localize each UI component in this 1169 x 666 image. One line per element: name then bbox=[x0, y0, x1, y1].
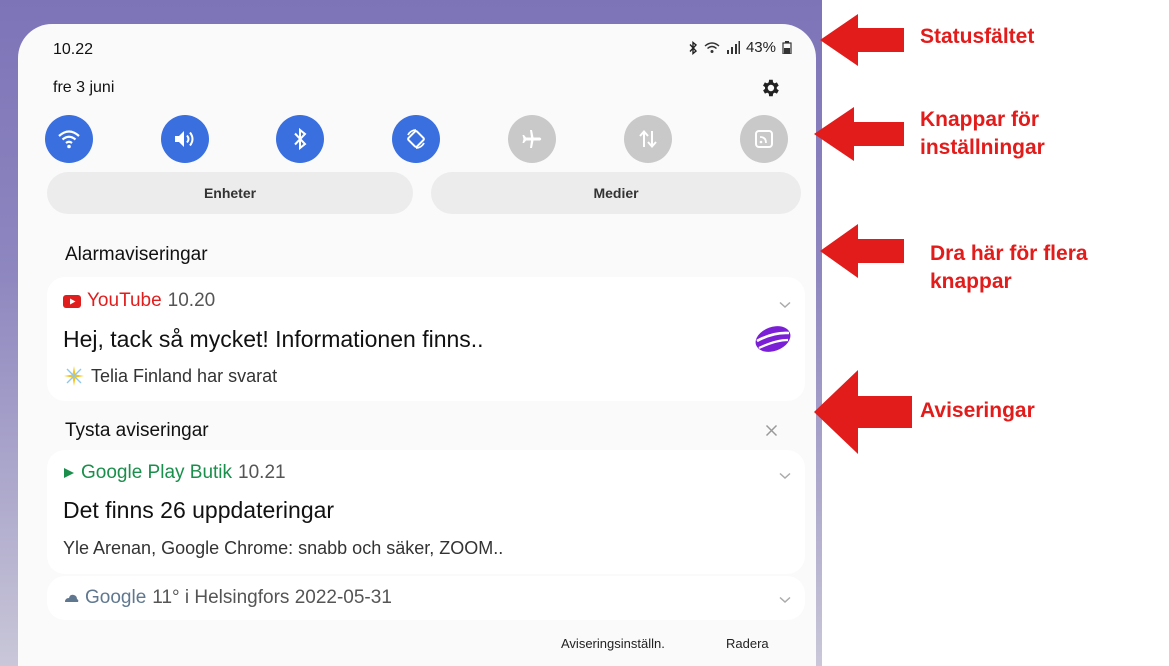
devices-button[interactable]: Enheter bbox=[47, 172, 413, 214]
google-play-notification[interactable]: Google Play Butik 10.21 Det finns 26 upp… bbox=[47, 450, 805, 574]
airplane-icon bbox=[522, 130, 542, 148]
arrow-left-icon bbox=[820, 14, 904, 66]
media-button[interactable]: Medier bbox=[431, 172, 801, 214]
notification-app-name: Google bbox=[85, 587, 147, 608]
callout-notifications: Aviseringar bbox=[920, 399, 1035, 422]
notification-text: Yle Arenan, Google Chrome: snabb och säk… bbox=[63, 538, 504, 558]
youtube-icon bbox=[63, 294, 81, 308]
mobile-data-toggle[interactable] bbox=[624, 115, 672, 163]
status-time: 10.22 bbox=[53, 41, 94, 58]
clear-all-button[interactable]: Radera bbox=[726, 636, 769, 651]
wifi-toggle[interactable] bbox=[45, 115, 93, 163]
callout-drag: Dra här för flera knappar bbox=[930, 240, 1088, 296]
notification-header: Google 11° i Helsingfors 2022-05-31 bbox=[63, 587, 392, 609]
bluetooth-icon bbox=[689, 40, 697, 55]
signal-icon bbox=[726, 41, 740, 54]
callout-status: Statusfältet bbox=[920, 25, 1035, 48]
notification-header: YouTube 10.20 bbox=[63, 290, 215, 312]
google-weather-notification[interactable]: Google 11° i Helsingfors 2022-05-31 bbox=[47, 576, 805, 620]
play-store-icon bbox=[64, 468, 74, 478]
arrow-left-icon bbox=[814, 107, 904, 161]
speaker-icon bbox=[175, 131, 194, 147]
bluetooth-icon bbox=[294, 127, 307, 151]
sparkle-icon bbox=[64, 366, 84, 386]
notification-summary: 11° i Helsingfors 2022-05-31 bbox=[152, 587, 392, 608]
callout-drag-line2: knappar bbox=[930, 270, 1012, 293]
notification-app-name: YouTube bbox=[87, 290, 162, 311]
callout-buttons: Knappar för inställningar bbox=[920, 106, 1045, 162]
chevron-down-icon[interactable] bbox=[779, 301, 791, 309]
sound-toggle[interactable] bbox=[161, 115, 209, 163]
airplane-mode-toggle[interactable] bbox=[508, 115, 556, 163]
date-label: fre 3 juni bbox=[53, 79, 115, 96]
arrow-left-icon bbox=[820, 224, 904, 278]
notification-text: Telia Finland har svarat bbox=[91, 365, 278, 386]
data-arrows-icon bbox=[639, 129, 657, 149]
notification-time: 10.20 bbox=[167, 290, 216, 311]
battery-icon bbox=[782, 41, 792, 54]
chevron-down-icon[interactable] bbox=[779, 596, 791, 604]
weather-cloud-icon bbox=[65, 594, 79, 602]
nfc-toggle[interactable] bbox=[740, 115, 788, 163]
arrow-left-icon bbox=[814, 370, 912, 454]
notification-header: Google Play Butik 10.21 bbox=[63, 462, 286, 484]
notification-time: 10.21 bbox=[238, 462, 286, 483]
telia-logo-icon bbox=[755, 326, 791, 352]
callout-buttons-line2: inställningar bbox=[920, 136, 1045, 159]
callout-buttons-line1: Knappar för bbox=[920, 108, 1040, 131]
callout-drag-line1: Dra här för flera bbox=[930, 242, 1088, 265]
notification-title: Det finns 26 uppdateringar bbox=[63, 497, 335, 523]
nfc-icon bbox=[755, 130, 773, 148]
gear-icon[interactable] bbox=[759, 77, 781, 99]
chevron-down-icon[interactable] bbox=[779, 472, 791, 480]
rotate-icon bbox=[407, 129, 425, 149]
wifi-icon bbox=[58, 130, 80, 149]
close-icon[interactable] bbox=[765, 424, 778, 437]
notification-panel: 10.22 43% fre 3 juni Enheter Medier Alar… bbox=[18, 24, 816, 666]
status-icons: 43% bbox=[688, 39, 792, 56]
battery-percent: 43% bbox=[745, 39, 776, 56]
alarm-section-title: Alarmaviseringar bbox=[65, 244, 208, 265]
youtube-notification[interactable]: YouTube 10.20 Hej, tack så mycket! Infor… bbox=[47, 277, 805, 401]
notification-app-name: Google Play Butik bbox=[81, 462, 233, 483]
notification-settings-button[interactable]: Aviseringsinställn. bbox=[561, 636, 665, 651]
bluetooth-toggle[interactable] bbox=[276, 115, 324, 163]
notification-title: Hej, tack så mycket! Informationen finns… bbox=[63, 326, 484, 352]
wifi-icon bbox=[704, 42, 720, 53]
silent-section-title: Tysta aviseringar bbox=[65, 420, 209, 441]
auto-rotate-toggle[interactable] bbox=[392, 115, 440, 163]
